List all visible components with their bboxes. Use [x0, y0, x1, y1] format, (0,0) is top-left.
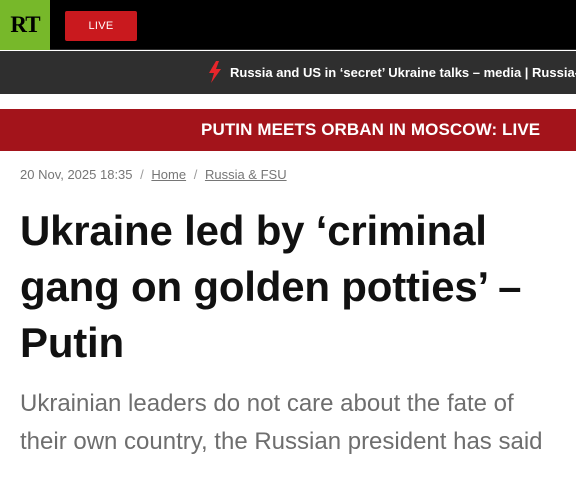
breadcrumb-separator: /	[140, 167, 144, 182]
rt-logo[interactable]: RT	[0, 0, 50, 50]
top-navigation-bar: RT LIVE	[0, 0, 576, 50]
breadcrumb-section-link[interactable]: Russia & FSU	[205, 167, 287, 182]
live-button-label: LIVE	[88, 20, 114, 32]
article-title: Ukraine led by ‘criminal gang on golden …	[20, 207, 522, 366]
ticker-text[interactable]: Russia and US in ‘secret’ Ukraine talks …	[230, 65, 576, 80]
article-meta: 20 Nov, 2025 18:35 / Home / Russia & FSU	[20, 167, 287, 182]
article-summary: Ukrainian leaders do not care about the …	[20, 390, 543, 455]
lightning-bolt-icon	[209, 61, 221, 83]
breadcrumb-separator: /	[193, 167, 198, 182]
logo-text: RT	[10, 12, 40, 37]
news-ticker[interactable]: Russia and US in ‘secret’ Ukraine talks …	[0, 51, 576, 94]
publish-date: 20 Nov, 2025 18:35	[20, 167, 133, 182]
banner-text[interactable]: PUTIN MEETS ORBAN IN MOSCOW: LIVE	[201, 120, 540, 140]
live-button[interactable]: LIVE	[65, 11, 137, 41]
breadcrumb-home-link[interactable]: Home	[151, 167, 186, 182]
live-event-banner[interactable]: PUTIN MEETS ORBAN IN MOSCOW: LIVE	[0, 109, 576, 151]
